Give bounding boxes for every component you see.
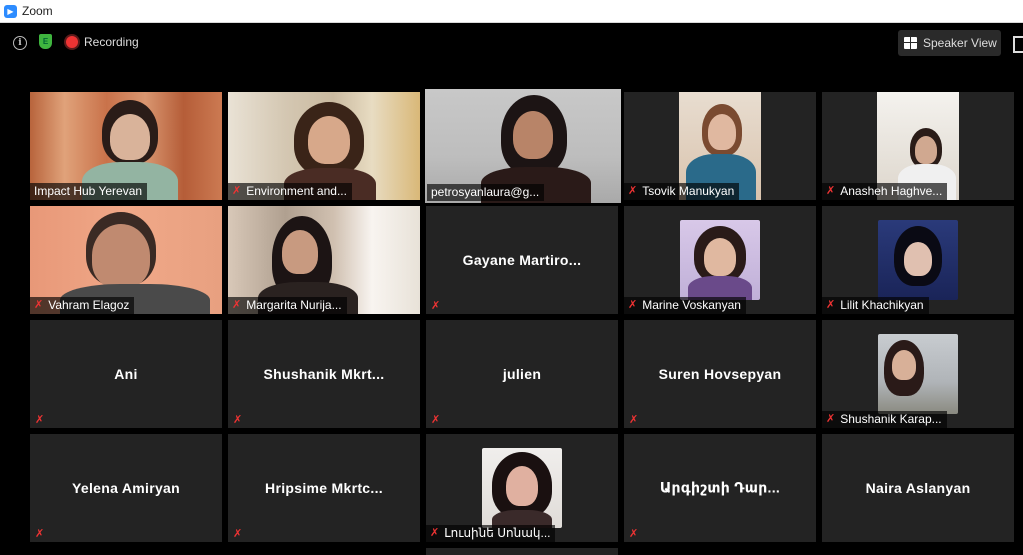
participant-tile[interactable]: Hripsime Mkrtc... ✗	[228, 434, 420, 542]
participant-name-label: petrosyanlaura@g...	[427, 184, 545, 201]
participant-face	[308, 116, 350, 164]
participant-tile[interactable]: ✗ Lilit Khachikyan	[822, 206, 1014, 314]
recording-label: Recording	[84, 35, 139, 49]
participant-tile[interactable]: ✗ Anasheh Haghve...	[822, 92, 1014, 200]
participant-name: Gayane Martiro...	[462, 252, 582, 268]
participant-name-label: ✗ Vahram Elagoz	[30, 297, 135, 314]
participant-tile[interactable]: Gayane Martiro... ✗	[426, 206, 618, 314]
speaker-view-label: Speaker View	[923, 36, 997, 50]
participant-tile[interactable]: ✗ Vahram Elagoz	[30, 206, 222, 314]
mic-muted-icon: ✗	[628, 185, 638, 197]
mic-muted-icon: ✗	[232, 185, 242, 197]
mic-muted-icon: ✗	[232, 299, 242, 311]
participant-tile[interactable]: Impact Hub Yerevan	[30, 92, 222, 200]
app-title: Zoom	[22, 4, 53, 18]
participant-tile[interactable]: Suren Hovsepyan ✗	[624, 320, 816, 428]
window-titlebar: ▶ Zoom	[0, 0, 1023, 23]
participant-name: Suren Hovsepyan	[658, 366, 782, 382]
participant-tile[interactable]: Արգիշտի Դար... ✗	[624, 434, 816, 542]
participant-name-label: Impact Hub Yerevan	[30, 183, 148, 200]
mic-muted-icon: ✗	[34, 299, 44, 311]
mic-muted-icon: ✗	[826, 299, 836, 311]
participant-name: Yelena Amiryan	[72, 480, 180, 496]
participant-face	[513, 111, 553, 159]
participant-name-label: ✗ Anasheh Haghve...	[822, 183, 948, 200]
participant-name-label: ✗ Lilit Khachikyan	[822, 297, 929, 314]
participant-name: julien	[502, 366, 542, 382]
participant-name: Ani	[114, 366, 138, 382]
participant-tile[interactable]: Shushanik Mkrt... ✗	[228, 320, 420, 428]
mic-muted-icon: ✗	[35, 528, 45, 540]
participant-face	[282, 230, 318, 274]
fullscreen-icon[interactable]	[1013, 36, 1023, 53]
participant-avatar	[878, 334, 958, 414]
participant-tile[interactable]: ✗ Լուսինե Սոնակ...	[426, 434, 618, 542]
participant-name-label: ✗ Margarita Nurija...	[228, 297, 347, 314]
participant-tile[interactable]: ✗ Shushanik Karap...	[822, 320, 1014, 428]
participant-tile[interactable]: ✗ Margarita Nurija...	[228, 206, 420, 314]
participant-name-label: ✗ Tsovik Manukyan	[624, 183, 740, 200]
participant-name-label: ✗ Environment and...	[228, 183, 352, 200]
participant-avatar	[878, 220, 958, 300]
mic-muted-icon: ✗	[430, 527, 440, 539]
participant-face	[92, 224, 150, 288]
mic-muted-icon: ✗	[826, 413, 836, 425]
mic-muted-icon: ✗	[629, 528, 639, 540]
participant-tile[interactable]	[426, 548, 618, 555]
participant-tile[interactable]: julien ✗	[426, 320, 618, 428]
meeting-topbar: i E Recording Speaker View	[0, 30, 1023, 56]
mic-muted-icon: ✗	[431, 300, 441, 312]
participant-tile[interactable]: Yelena Amiryan ✗	[30, 434, 222, 542]
mic-muted-icon: ✗	[431, 414, 441, 426]
participant-tile[interactable]: Naira Aslanyan	[822, 434, 1014, 542]
participant-name-label: ✗ Shushanik Karap...	[822, 411, 947, 428]
participant-tile[interactable]: ✗ Environment and...	[228, 92, 420, 200]
participant-name-label: ✗ Marine Voskanyan	[624, 297, 746, 314]
mic-muted-icon: ✗	[233, 528, 243, 540]
participant-face	[708, 114, 736, 150]
speaker-view-button[interactable]: Speaker View	[898, 30, 1001, 56]
participant-tile[interactable]: ✗ Tsovik Manukyan	[624, 92, 816, 200]
participant-name-label: ✗ Լուսինե Սոնակ...	[426, 525, 556, 542]
mic-muted-icon: ✗	[628, 299, 638, 311]
participant-tile[interactable]: ✗ Marine Voskanyan	[624, 206, 816, 314]
encryption-shield-icon[interactable]: E	[39, 34, 52, 49]
recording-icon	[66, 36, 78, 48]
mic-muted-icon: ✗	[233, 414, 243, 426]
speaker-view-icon	[904, 37, 917, 49]
participant-tile[interactable]: Ani ✗	[30, 320, 222, 428]
participant-name: Արգիշտի Դար...	[659, 479, 781, 496]
mic-muted-icon: ✗	[826, 185, 836, 197]
mic-muted-icon: ✗	[35, 414, 45, 426]
participant-face	[110, 114, 150, 160]
mic-muted-icon: ✗	[629, 414, 639, 426]
participant-name: Hripsime Mkrtc...	[265, 480, 383, 496]
participant-tile-active-speaker[interactable]: petrosyanlaura@g...	[425, 89, 621, 203]
meeting-info-icon[interactable]: i	[13, 36, 27, 50]
participant-name: Shushanik Mkrt...	[263, 366, 385, 382]
participant-avatar	[482, 448, 562, 528]
zoom-logo-icon: ▶	[4, 4, 17, 18]
participant-face	[915, 136, 937, 164]
participant-name: Naira Aslanyan	[865, 480, 971, 496]
participant-avatar	[680, 220, 760, 300]
